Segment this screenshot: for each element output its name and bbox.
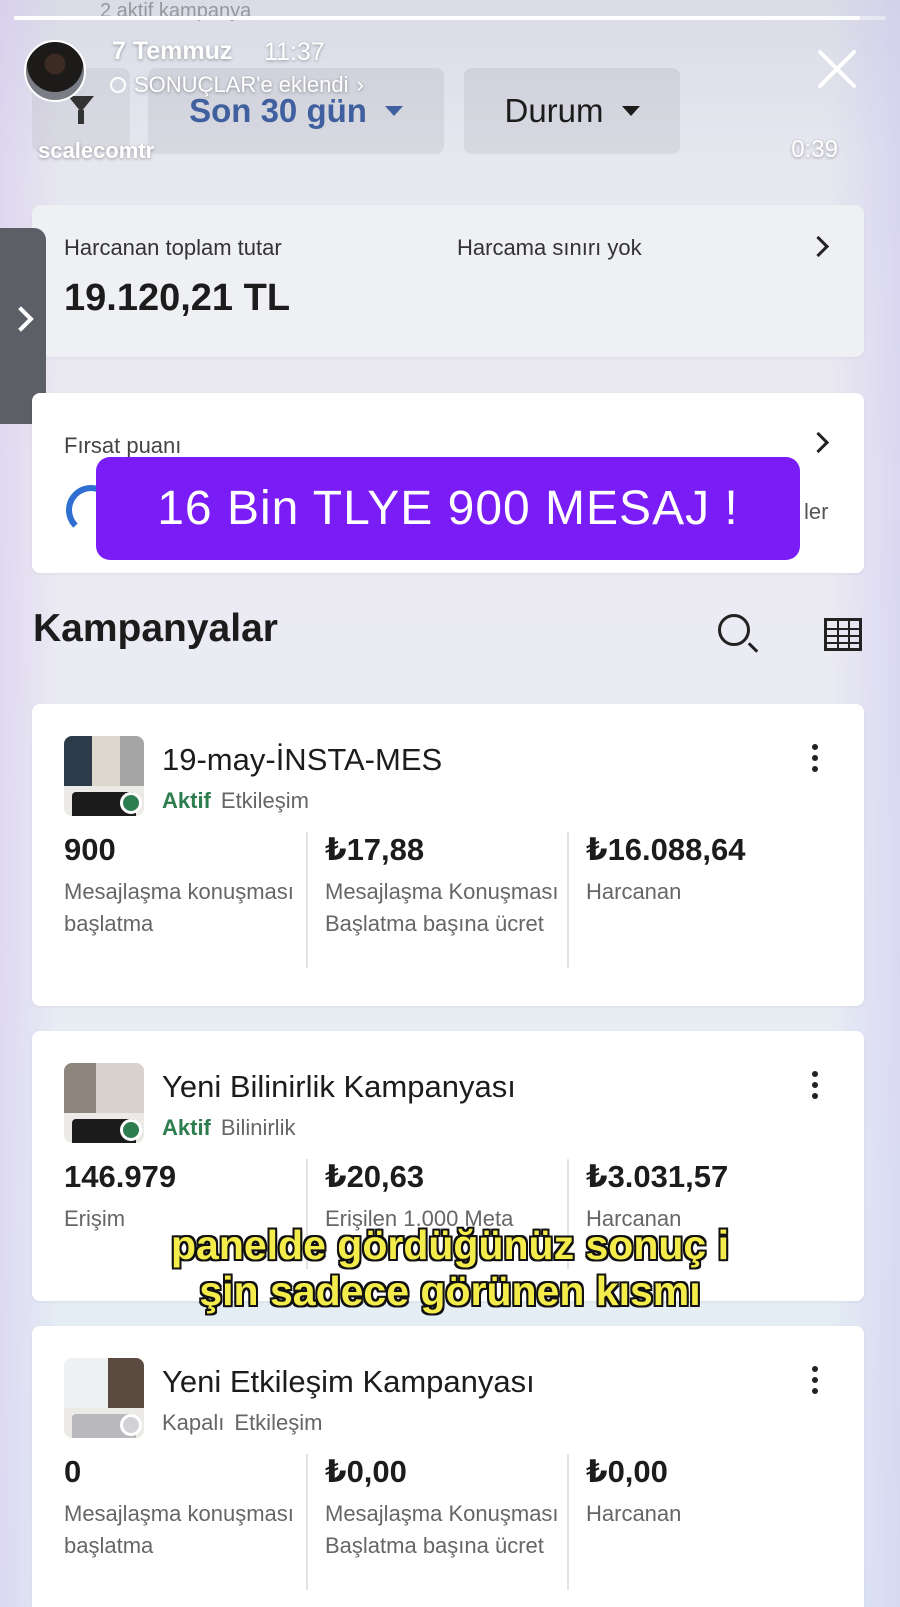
highlight-link[interactable]: SONUÇLAR'e eklendi › bbox=[110, 72, 364, 98]
campaign-card[interactable]: Yeni Etkileşim Kampanyası Kapalı Etkileşi… bbox=[32, 1326, 864, 1607]
metric: ₺0,00 Mesajlaşma Konuşması Başlatma başın… bbox=[325, 1454, 559, 1558]
spend-value: 19.120,21 TL bbox=[64, 277, 291, 319]
story-screen: 2 aktif kampanya Son 30 gün Durum 7 Temm… bbox=[0, 0, 900, 1607]
promo-banner: 16 Bin TLYE 900 MESAJ ! bbox=[96, 457, 800, 560]
more-options-icon[interactable] bbox=[812, 744, 818, 777]
campaign-name: 19-may-İNSTA-MES bbox=[162, 742, 443, 777]
story-date: 7 Temmuz bbox=[112, 37, 233, 65]
chevron-right-icon: › bbox=[356, 72, 364, 97]
spend-limit: Harcama sınırı yok bbox=[457, 235, 642, 260]
chevron-right-icon bbox=[8, 306, 34, 332]
spend-label: Harcanan toplam tutar bbox=[64, 235, 282, 260]
metric: ₺17,88 Mesajlaşma Konuşması Başlatma başı… bbox=[325, 832, 559, 936]
chevron-down-icon bbox=[384, 106, 403, 116]
caption-line-1: panelde gördüğünüz sonuç i bbox=[170, 1222, 730, 1268]
chevron-right-icon bbox=[807, 431, 830, 454]
chevron-right-icon bbox=[807, 235, 830, 258]
spend-card[interactable]: Harcanan toplam tutar Harcama sınırı yok… bbox=[32, 205, 864, 357]
caption-line-2: şin sadece görünen kısmı bbox=[199, 1268, 701, 1314]
campaigns-title: Kampanyalar bbox=[33, 607, 278, 650]
chevron-down-icon bbox=[621, 106, 640, 116]
table-icon[interactable] bbox=[824, 618, 862, 651]
metric: ₺16.088,64 Harcanan bbox=[586, 832, 746, 904]
campaign-name: Yeni Bilinirlik Kampanyası bbox=[162, 1069, 516, 1104]
metric: ₺0,00 Harcanan bbox=[586, 1454, 682, 1526]
status-dot bbox=[120, 1119, 142, 1141]
metric: 0 Mesajlaşma konuşması başlatma bbox=[64, 1454, 294, 1558]
status-dropdown[interactable]: Durum bbox=[464, 68, 680, 154]
campaign-name: Yeni Etkileşim Kampanyası bbox=[162, 1364, 535, 1399]
filter-icon bbox=[68, 96, 94, 124]
story-duration: 0:39 bbox=[791, 136, 838, 163]
opportunity-partial-text: ler bbox=[804, 499, 829, 524]
highlight-label: SONUÇLAR'e eklendi bbox=[134, 72, 349, 97]
story-time: 11:37 bbox=[264, 38, 325, 66]
avatar[interactable] bbox=[24, 40, 86, 102]
metric: 900 Mesajlaşma konuşması başlatma bbox=[64, 832, 294, 936]
status-dot bbox=[120, 1414, 142, 1436]
campaign-status: Aktif Bilinirlik bbox=[162, 1115, 296, 1140]
campaign-card[interactable]: 19-may-İNSTA-MES Aktif Etkileşim 900 Mesaj… bbox=[32, 704, 864, 1006]
search-icon[interactable] bbox=[718, 614, 750, 646]
highlight-icon bbox=[110, 77, 126, 93]
story-progress-bar bbox=[14, 16, 886, 20]
close-icon[interactable] bbox=[814, 46, 860, 92]
campaign-status: Aktif Etkileşim bbox=[162, 788, 309, 813]
opportunity-label: Fırsat puanı bbox=[64, 433, 182, 458]
more-options-icon[interactable] bbox=[812, 1366, 818, 1399]
campaign-status: Kapalı Etkileşim bbox=[162, 1410, 323, 1435]
status-dot bbox=[120, 792, 142, 814]
status-label: Durum bbox=[504, 92, 604, 129]
username[interactable]: scalecomtr bbox=[38, 138, 154, 164]
more-options-icon[interactable] bbox=[812, 1071, 818, 1104]
